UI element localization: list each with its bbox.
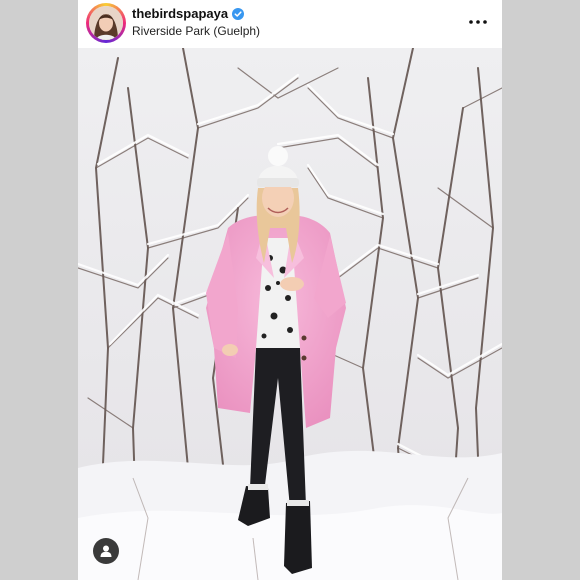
post-header: thebirdspapaya Riverside Park (Guelph) [78, 0, 502, 46]
username[interactable]: thebirdspapaya [132, 6, 228, 21]
snowy-forest-photo [78, 48, 502, 580]
user-tag-icon[interactable] [93, 538, 119, 564]
avatar-image [89, 6, 123, 40]
post-photo[interactable] [78, 48, 502, 580]
more-options-icon[interactable] [468, 12, 488, 32]
instagram-post: thebirdspapaya Riverside Park (Guelph) [78, 0, 502, 580]
username-row[interactable]: thebirdspapaya [132, 6, 245, 21]
verified-badge-icon [232, 7, 245, 20]
avatar[interactable] [89, 6, 123, 40]
location-link[interactable]: Riverside Park (Guelph) [132, 24, 260, 38]
story-ring[interactable] [86, 3, 126, 43]
